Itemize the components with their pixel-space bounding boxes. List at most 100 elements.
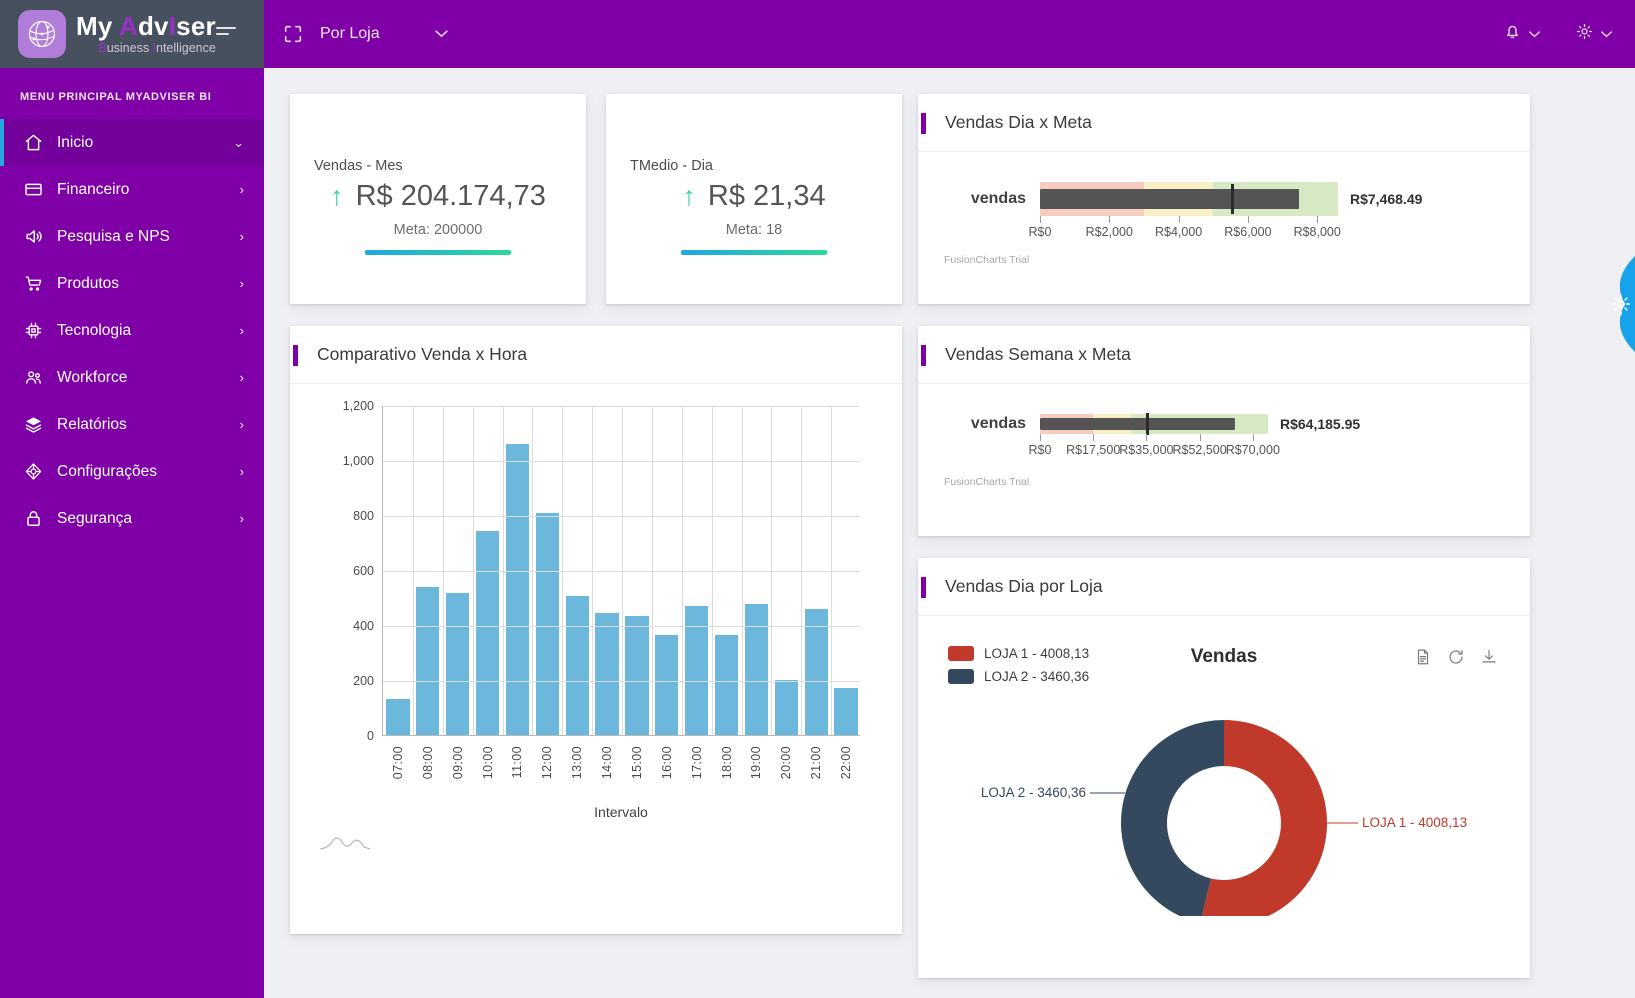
bar[interactable] xyxy=(416,586,440,735)
cart-icon xyxy=(22,273,44,295)
x-axis-tick-label: 22:00 xyxy=(839,746,854,780)
bar[interactable] xyxy=(446,592,470,735)
bar[interactable] xyxy=(774,680,798,735)
kpi-value: ↑ R$ 204.174,73 xyxy=(314,180,562,213)
sidebar-item-financeiro[interactable]: Financeiro › xyxy=(0,166,264,213)
users-icon xyxy=(22,367,44,389)
card-comparativo-venda-hora: Comparativo Venda x Hora 0 200 400 600 800 1,… xyxy=(290,326,902,934)
axis-tick xyxy=(1109,216,1111,223)
axis-tick-label: R$35,000 xyxy=(1119,443,1174,457)
x-axis-tick-label: 18:00 xyxy=(719,746,734,780)
donut-label-loja2: LOJA 2 - 3460,36 xyxy=(981,785,1086,800)
arrow-up-icon: ↑ xyxy=(330,181,344,211)
refresh-icon[interactable] xyxy=(1447,648,1465,666)
x-axis-tick-label: 13:00 xyxy=(570,746,585,780)
y-axis-tick-label: 200 xyxy=(353,674,374,688)
sidebar-item-produtos[interactable]: Produtos › xyxy=(0,260,264,307)
gridline-vertical xyxy=(442,406,444,735)
sidebar-item-workforce[interactable]: Workforce › xyxy=(0,354,264,401)
x-axis-tick-label: 12:00 xyxy=(540,746,555,780)
lock-icon xyxy=(22,508,44,530)
gridline-vertical xyxy=(472,406,474,735)
bar[interactable] xyxy=(535,512,559,735)
kpi-value: ↑ R$ 21,34 xyxy=(630,180,878,213)
bell-icon xyxy=(1503,22,1522,46)
theme-settings-tab[interactable] xyxy=(1591,256,1635,352)
kpi-progress-bar xyxy=(681,250,827,255)
store-filter-select[interactable]: Por Loja xyxy=(320,25,449,43)
sidebar-toggle-icon[interactable] xyxy=(216,27,236,35)
x-axis-tick-label: 17:00 xyxy=(689,746,704,780)
bar[interactable] xyxy=(386,698,410,735)
bar[interactable] xyxy=(565,596,589,735)
card-title: Comparativo Venda x Hora xyxy=(317,344,528,364)
bullet-row: vendas R$64,185.95 xyxy=(944,413,1504,435)
notifications-button[interactable] xyxy=(1503,22,1541,46)
x-axis-tick-label: 08:00 xyxy=(420,746,435,780)
gridline-vertical xyxy=(592,406,594,735)
axis-tick-label: R$0 xyxy=(1028,443,1052,457)
axis-tick xyxy=(1252,434,1254,441)
axis-tick xyxy=(1317,216,1319,223)
axis-tick-label: R$6,000 xyxy=(1224,225,1272,239)
axis-tick xyxy=(1040,434,1041,441)
bar[interactable] xyxy=(804,609,828,735)
bar-chart: 0 200 400 600 800 1,000 1,200 07:00 08:00 09:00 10… xyxy=(290,384,902,949)
card-vendas-dia-meta: Vendas Dia x Meta vendas R$7,468.49 R$0 R… xyxy=(918,94,1530,304)
card-vendas-semana-meta: Vendas Semana x Meta vendas R$64,185.95 … xyxy=(918,326,1530,536)
gridline-vertical xyxy=(681,406,683,735)
chevron-right-icon: › xyxy=(239,464,244,479)
arrow-up-icon: ↑ xyxy=(682,181,696,211)
axis-tick xyxy=(1178,216,1180,223)
card-header: Comparativo Venda x Hora xyxy=(290,326,902,384)
bar[interactable] xyxy=(475,530,500,735)
bullet-value-label: R$64,185.95 xyxy=(1280,416,1361,432)
settings-button[interactable] xyxy=(1575,22,1613,46)
card-header: Vendas Dia por Loja xyxy=(918,558,1530,616)
bullet-category-label: vendas xyxy=(970,415,1026,432)
speaker-icon xyxy=(22,226,44,248)
brand-logo[interactable]: My AdvIser Business Intelligence xyxy=(0,0,264,68)
legend-item[interactable]: LOJA 2 - 3460,36 xyxy=(948,669,1089,684)
bar[interactable] xyxy=(625,616,649,735)
sparkline-icon xyxy=(319,837,371,850)
y-axis-tick-label: 1,000 xyxy=(342,454,374,468)
download-icon[interactable] xyxy=(1480,648,1498,666)
sidebar-item-tecnologia[interactable]: Tecnologia › xyxy=(0,307,264,354)
sidebar-item-inicio[interactable]: Inicio ⌄ xyxy=(0,119,264,166)
sidebar-item-pesquisa-e-nps[interactable]: Pesquisa e NPS › xyxy=(0,213,264,260)
gridline-vertical xyxy=(801,406,803,735)
gridline-vertical xyxy=(711,406,713,735)
fullscreen-icon[interactable] xyxy=(282,23,304,45)
sidebar-item-relatorios[interactable]: Relatórios › xyxy=(0,401,264,448)
bar[interactable] xyxy=(505,443,530,735)
bar[interactable] xyxy=(714,635,739,735)
sidebar-item-seguranca[interactable]: Segurança › xyxy=(0,495,264,542)
axis-tick-label: R$0 xyxy=(1028,225,1052,239)
bar[interactable] xyxy=(655,634,679,735)
brand-subtitle: Business Intelligence xyxy=(98,41,216,56)
kpi-progress-bar xyxy=(365,250,511,255)
card-title: Vendas Dia x Meta xyxy=(945,112,1092,132)
bar[interactable] xyxy=(595,612,619,735)
axis-tick-label: R$52,500 xyxy=(1172,443,1227,457)
bullet-track xyxy=(1040,413,1268,435)
bullet-axis: R$0 R$2,000 R$4,000 R$6,000 R$8,000 xyxy=(1029,216,1341,246)
legend-label: LOJA 2 - 3460,36 xyxy=(984,669,1090,684)
donut-slice-loja2 xyxy=(1121,720,1224,924)
x-axis-tick-label: 07:00 xyxy=(390,746,405,780)
sidebar-item-configuracoes[interactable]: Configurações › xyxy=(0,448,264,495)
export-document-icon[interactable] xyxy=(1414,648,1432,666)
x-axis-tick-label: 21:00 xyxy=(809,746,824,780)
fusioncharts-watermark: FusionCharts Trial xyxy=(944,476,1030,488)
chevron-right-icon: › xyxy=(239,370,244,385)
sidebar: My AdvIser Business Intelligence MENU PR… xyxy=(0,0,264,998)
bullet-category-label: vendas xyxy=(970,190,1026,207)
bar[interactable] xyxy=(834,688,858,735)
sidebar-item-label: Inicio xyxy=(57,133,94,151)
bar[interactable] xyxy=(744,603,769,735)
kpi-label: Vendas - Mes xyxy=(314,158,403,174)
donut-chart: LOJA 1 - 4008,13 LOJA 2 - 3460,36 Vendas xyxy=(918,616,1530,926)
sidebar-item-label: Configurações xyxy=(57,462,157,480)
network-globe-icon xyxy=(18,10,66,58)
